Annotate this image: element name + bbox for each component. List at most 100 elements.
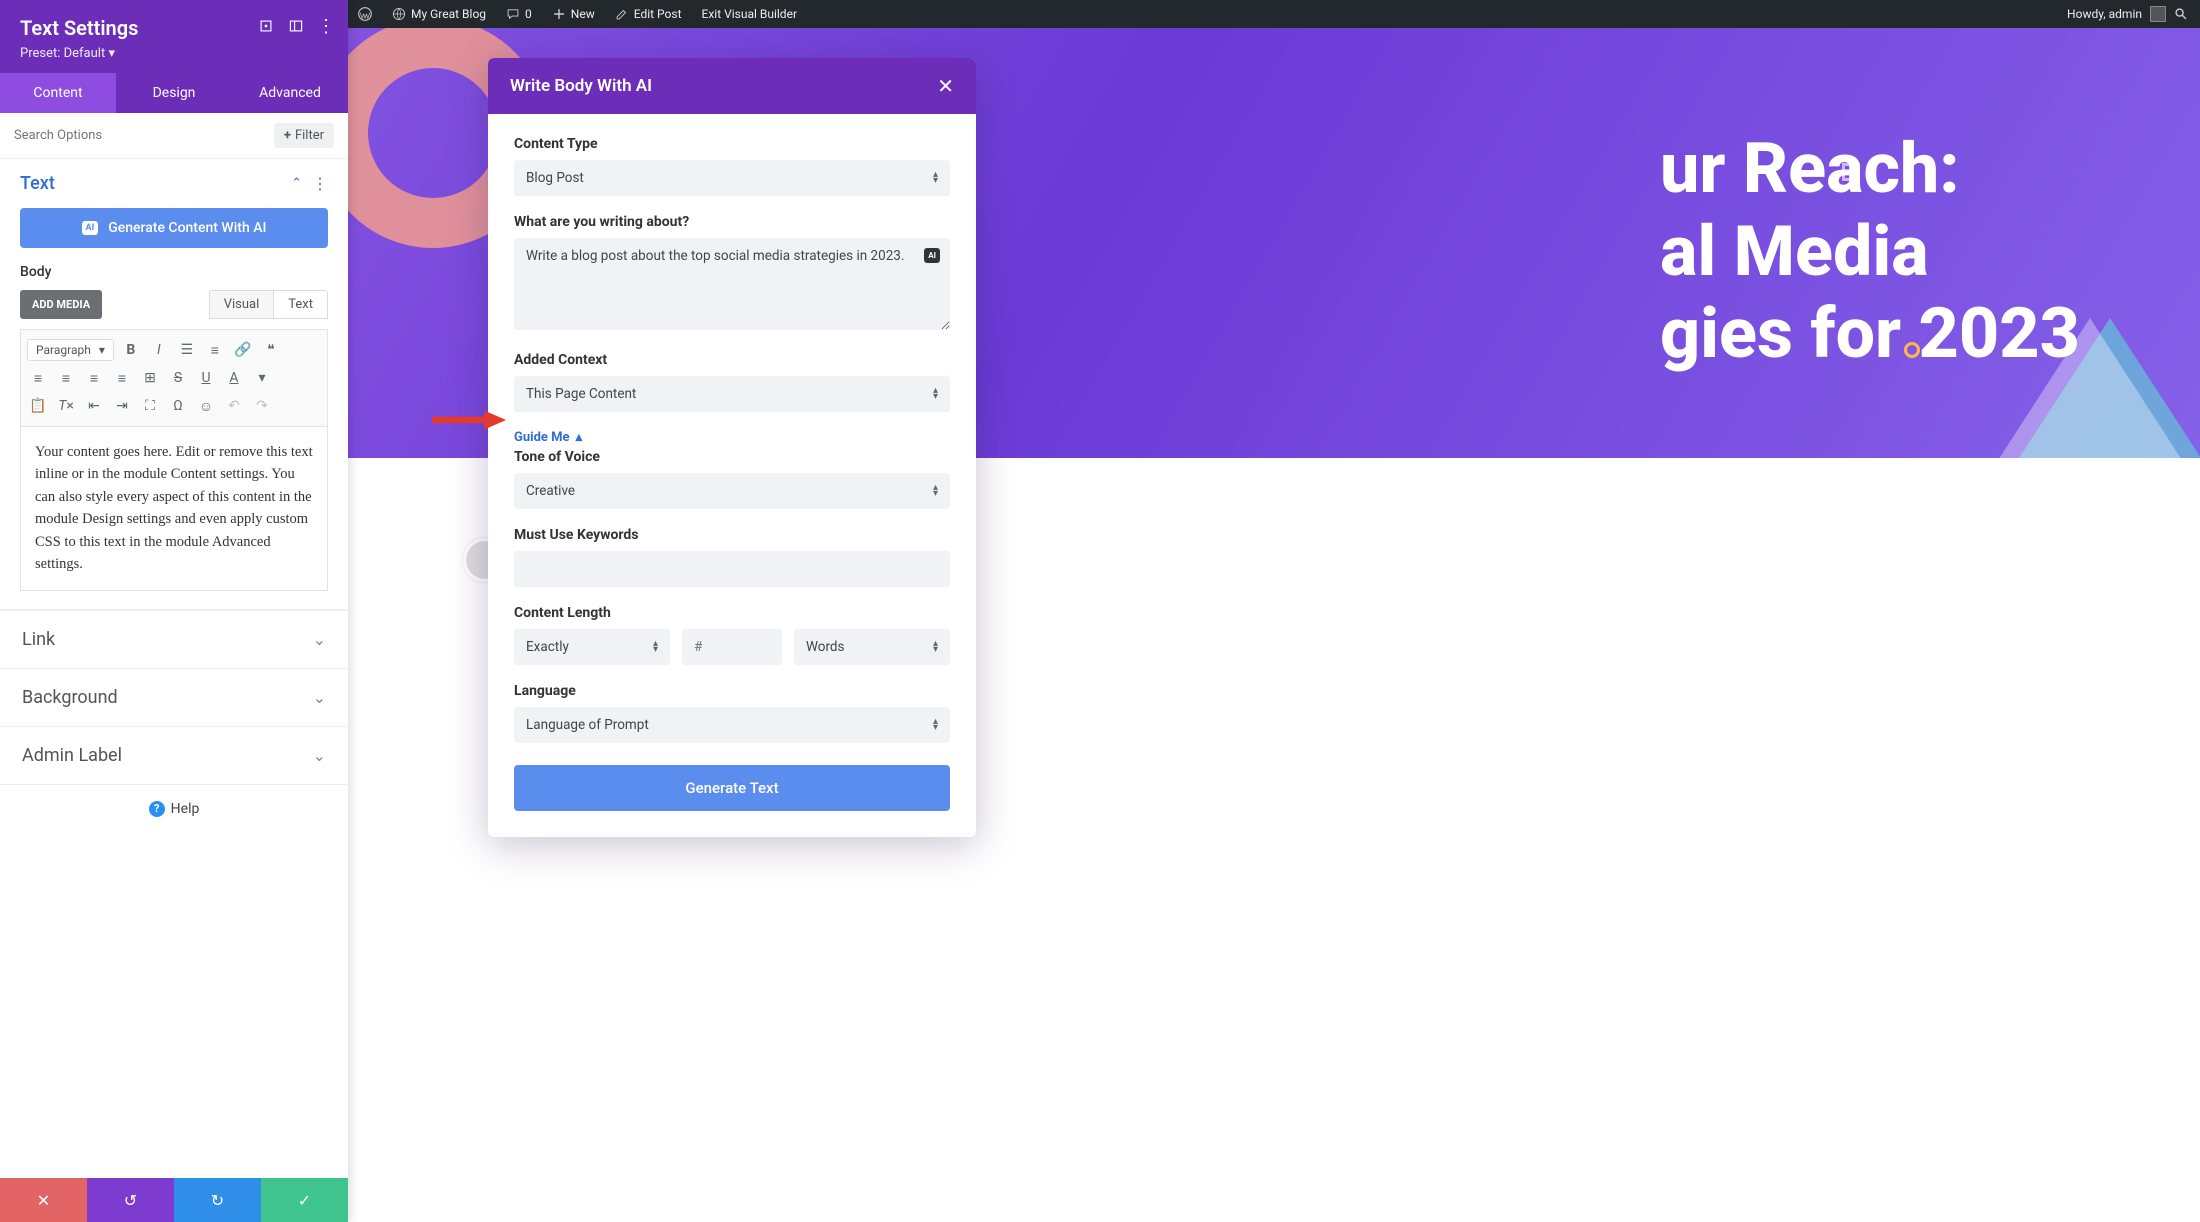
- howdy[interactable]: Howdy, admin: [2067, 7, 2142, 21]
- chevron-up-icon: ⌃: [291, 176, 302, 191]
- new[interactable]: New: [542, 0, 605, 28]
- updown-icon: ▴▾: [933, 641, 938, 653]
- editor-tab-visual[interactable]: Visual: [209, 290, 274, 319]
- hero-title-line: ur Reach:: [1660, 128, 2080, 211]
- length-label: Content Length: [514, 605, 950, 621]
- avatar[interactable]: [2150, 6, 2166, 22]
- sidebar-header: Text Settings Preset: Default ▾ ⋮: [0, 0, 348, 73]
- editor-toolbar: Paragraph▾ B I ☰ ≡ 🔗 ❝ ≡ ≡ ≡ ≡ ⊞ S U A: [20, 329, 328, 426]
- layout-icon[interactable]: [288, 18, 304, 34]
- more-icon[interactable]: ⋮: [318, 18, 334, 34]
- section-admin-label[interactable]: Admin Label⌄: [0, 726, 348, 784]
- editor-tab-text[interactable]: Text: [273, 290, 328, 319]
- search-icon[interactable]: [2174, 7, 2188, 21]
- length-unit-select[interactable]: Words▴▾: [794, 629, 950, 665]
- language-label: Language: [514, 683, 950, 699]
- underline-icon[interactable]: U: [195, 367, 217, 389]
- expand-icon[interactable]: [258, 18, 274, 34]
- color-icon[interactable]: A: [223, 367, 245, 389]
- language-select[interactable]: Language of Prompt▴▾: [514, 707, 950, 743]
- redo-icon[interactable]: ↷: [251, 395, 273, 417]
- updown-icon: ▴▾: [933, 172, 938, 184]
- section-background[interactable]: Background⌄: [0, 668, 348, 726]
- table-icon[interactable]: ⊞: [139, 367, 161, 389]
- more2-icon[interactable]: ▾: [251, 367, 273, 389]
- ai-badge-icon: AI: [82, 221, 99, 235]
- search-input[interactable]: [14, 128, 266, 143]
- emoji-icon[interactable]: ☺: [195, 395, 217, 417]
- tone-select[interactable]: Creative▴▾: [514, 473, 950, 509]
- content-type-select[interactable]: Blog Post▴▾: [514, 160, 950, 196]
- indent-icon[interactable]: ⇤: [83, 395, 105, 417]
- tone-label: Tone of Voice: [514, 449, 950, 465]
- filter-button[interactable]: +Filter: [274, 123, 334, 148]
- help-link[interactable]: ?Help: [0, 784, 348, 833]
- site-name[interactable]: My Great Blog: [382, 0, 496, 28]
- preset-dropdown[interactable]: Preset: Default ▾: [20, 46, 328, 61]
- body-label: Body: [20, 264, 328, 280]
- chevron-down-icon: ⌄: [313, 630, 326, 649]
- context-label: Added Context: [514, 352, 950, 368]
- generate-content-ai-button[interactable]: AI Generate Content With AI: [20, 208, 328, 248]
- tab-content[interactable]: Content: [0, 73, 116, 113]
- format-select[interactable]: Paragraph▾: [27, 339, 114, 361]
- about-label: What are you writing about?: [514, 214, 950, 230]
- about-textarea[interactable]: [514, 238, 950, 330]
- add-media-button[interactable]: ADD MEDIA: [20, 290, 102, 319]
- wp-admin-bar: My Great Blog 0 New Edit Post Exit Visua…: [348, 0, 2200, 28]
- ai-icon[interactable]: AI: [924, 248, 940, 263]
- ai-modal: Write Body With AI ✕ Content Type Blog P…: [488, 58, 976, 837]
- updown-icon: ▴▾: [653, 641, 658, 653]
- align-center-icon[interactable]: ≡: [55, 367, 77, 389]
- updown-icon: ▴▾: [933, 719, 938, 731]
- char-icon[interactable]: Ω: [167, 395, 189, 417]
- length-mode-select[interactable]: Exactly▴▾: [514, 629, 670, 665]
- align-justify-icon[interactable]: ≡: [111, 367, 133, 389]
- updown-icon: ▴▾: [933, 485, 938, 497]
- wp-logo[interactable]: [348, 0, 382, 28]
- fullscreen-icon[interactable]: ⛶: [139, 395, 161, 417]
- content-editor[interactable]: Your content goes here. Edit or remove t…: [20, 426, 328, 591]
- bold-icon[interactable]: B: [120, 339, 142, 361]
- help-icon: ?: [149, 801, 165, 817]
- italic-icon[interactable]: I: [148, 339, 170, 361]
- hero-title-line: gies for 2023: [1660, 293, 2080, 376]
- tab-design[interactable]: Design: [116, 73, 232, 113]
- ul-icon[interactable]: ☰: [176, 339, 198, 361]
- sidebar-tabs: Content Design Advanced: [0, 73, 348, 113]
- ol-icon[interactable]: ≡: [204, 339, 226, 361]
- context-select[interactable]: This Page Content▴▾: [514, 376, 950, 412]
- tab-advanced[interactable]: Advanced: [232, 73, 348, 113]
- cancel-button[interactable]: ✕: [0, 1178, 87, 1222]
- length-number-input[interactable]: [682, 629, 782, 665]
- triangle-up-icon: ▴: [576, 430, 583, 445]
- hero-title-line: al Media: [1660, 211, 2080, 294]
- keywords-input[interactable]: [514, 551, 950, 587]
- settings-sidebar: Text Settings Preset: Default ▾ ⋮ Conten…: [0, 0, 348, 1222]
- section-text-header[interactable]: Text ⌃ ⋮: [0, 159, 348, 208]
- outdent-icon[interactable]: ⇥: [111, 395, 133, 417]
- align-right-icon[interactable]: ≡: [83, 367, 105, 389]
- clear-icon[interactable]: T×: [55, 395, 77, 417]
- exit-visual-builder[interactable]: Exit Visual Builder: [692, 0, 808, 28]
- undo-button[interactable]: ↺: [87, 1178, 174, 1222]
- link-icon[interactable]: 🔗: [232, 339, 254, 361]
- content-type-label: Content Type: [514, 136, 950, 152]
- quote-icon[interactable]: ❝: [260, 339, 282, 361]
- save-button[interactable]: ✓: [261, 1178, 348, 1222]
- paste-icon[interactable]: 📋: [27, 395, 49, 417]
- generate-text-button[interactable]: Generate Text: [514, 765, 950, 811]
- comments[interactable]: 0: [496, 0, 542, 28]
- edit-post[interactable]: Edit Post: [605, 0, 692, 28]
- align-left-icon[interactable]: ≡: [27, 367, 49, 389]
- chevron-down-icon: ⌄: [313, 688, 326, 707]
- guide-me-toggle[interactable]: Guide Me▴: [514, 430, 582, 445]
- undo-icon[interactable]: ↶: [223, 395, 245, 417]
- section-link[interactable]: Link⌄: [0, 610, 348, 668]
- redo-button[interactable]: ↻: [174, 1178, 261, 1222]
- modal-title: Write Body With AI: [510, 76, 937, 96]
- strike-icon[interactable]: S: [167, 367, 189, 389]
- close-icon[interactable]: ✕: [937, 74, 954, 98]
- section-more-icon[interactable]: ⋮: [312, 174, 328, 193]
- keywords-label: Must Use Keywords: [514, 527, 950, 543]
